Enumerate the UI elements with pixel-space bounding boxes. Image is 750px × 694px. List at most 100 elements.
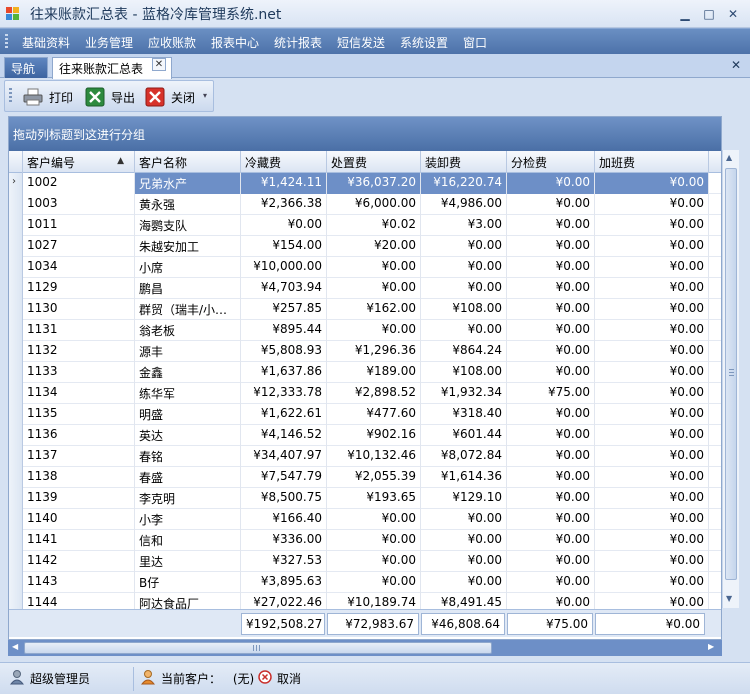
print-button[interactable]: 打印 — [23, 86, 83, 108]
cell-disposal-fee[interactable]: ¥0.02 — [327, 215, 421, 236]
table-row[interactable]: 1011 海鹦支队 ¥0.00 ¥0.02 ¥3.00 ¥0.00 ¥0.00 — [9, 215, 721, 236]
cell-sorting-fee[interactable]: ¥0.00 — [507, 194, 595, 215]
cell-sorting-fee[interactable]: ¥0.00 — [507, 299, 595, 320]
cancel-customer-button[interactable]: 取消 — [258, 670, 301, 687]
row-indicator-cell[interactable] — [9, 467, 23, 488]
cell-handling-fee[interactable]: ¥0.00 — [421, 509, 507, 530]
horizontal-scroll-thumb[interactable] — [24, 642, 492, 654]
cell-overtime-fee[interactable]: ¥0.00 — [595, 320, 709, 341]
menu-item-settings[interactable]: 系统设置 — [400, 34, 448, 51]
row-indicator-cell[interactable] — [9, 551, 23, 572]
column-header-overtime-fee[interactable]: 加班费 — [595, 151, 709, 173]
cell-handling-fee[interactable]: ¥1,932.34 — [421, 383, 507, 404]
cell-cold-storage-fee[interactable]: ¥2,366.38 — [241, 194, 327, 215]
column-header-customer-id[interactable]: 客户编号 ▲ — [23, 151, 135, 173]
cell-customer-name[interactable]: 源丰 — [135, 341, 241, 362]
cell-sorting-fee[interactable]: ¥0.00 — [507, 236, 595, 257]
cell-customer-id[interactable]: 1142 — [23, 551, 135, 572]
cell-cold-storage-fee[interactable]: ¥0.00 — [241, 215, 327, 236]
cell-disposal-fee[interactable]: ¥0.00 — [327, 551, 421, 572]
table-row[interactable]: 1129 鹏昌 ¥4,703.94 ¥0.00 ¥0.00 ¥0.00 ¥0.00 — [9, 278, 721, 299]
cell-overtime-fee[interactable]: ¥0.00 — [595, 236, 709, 257]
cell-disposal-fee[interactable]: ¥477.60 — [327, 404, 421, 425]
scroll-right-icon[interactable]: ▶ — [708, 642, 714, 651]
cell-disposal-fee[interactable]: ¥162.00 — [327, 299, 421, 320]
cell-cold-storage-fee[interactable]: ¥5,808.93 — [241, 341, 327, 362]
toolbar-dropdown-icon[interactable]: ▾ — [203, 91, 207, 100]
menu-item-window[interactable]: 窗口 — [463, 34, 487, 51]
table-row[interactable]: 1139 李克明 ¥8,500.75 ¥193.65 ¥129.10 ¥0.00 ¥0.00 — [9, 488, 721, 509]
export-button[interactable]: 导出 — [85, 86, 143, 108]
cell-overtime-fee[interactable]: ¥0.00 — [595, 362, 709, 383]
table-row[interactable]: 1003 黄永强 ¥2,366.38 ¥6,000.00 ¥4,986.00 ¥0.00 ¥… — [9, 194, 721, 215]
cell-overtime-fee[interactable]: ¥0.00 — [595, 572, 709, 593]
cell-overtime-fee[interactable]: ¥0.00 — [595, 404, 709, 425]
row-indicator-cell[interactable] — [9, 320, 23, 341]
row-indicator-cell[interactable] — [9, 404, 23, 425]
cell-sorting-fee[interactable]: ¥0.00 — [507, 551, 595, 572]
cell-overtime-fee[interactable]: ¥0.00 — [595, 488, 709, 509]
cell-sorting-fee[interactable]: ¥0.00 — [507, 215, 595, 236]
cell-cold-storage-fee[interactable]: ¥7,547.79 — [241, 467, 327, 488]
table-row[interactable]: 1142 里达 ¥327.53 ¥0.00 ¥0.00 ¥0.00 ¥0.00 — [9, 551, 721, 572]
cell-sorting-fee[interactable]: ¥0.00 — [507, 404, 595, 425]
cell-disposal-fee[interactable]: ¥902.16 — [327, 425, 421, 446]
cell-handling-fee[interactable]: ¥8,072.84 — [421, 446, 507, 467]
cell-customer-name[interactable]: 海鹦支队 — [135, 215, 241, 236]
table-row[interactable]: 1141 信和 ¥336.00 ¥0.00 ¥0.00 ¥0.00 ¥0.00 — [9, 530, 721, 551]
table-row[interactable]: 1143 B仔 ¥3,895.63 ¥0.00 ¥0.00 ¥0.00 ¥0.00 — [9, 572, 721, 593]
cell-customer-id[interactable]: 1139 — [23, 488, 135, 509]
cell-handling-fee[interactable]: ¥0.00 — [421, 572, 507, 593]
menu-item-sms[interactable]: 短信发送 — [337, 34, 385, 51]
cell-customer-name[interactable]: 李克明 — [135, 488, 241, 509]
cell-disposal-fee[interactable]: ¥0.00 — [327, 530, 421, 551]
cell-customer-name[interactable]: 春铭 — [135, 446, 241, 467]
table-row[interactable]: 1136 英达 ¥4,146.52 ¥902.16 ¥601.44 ¥0.00 ¥0.00 — [9, 425, 721, 446]
row-indicator-cell[interactable] — [9, 446, 23, 467]
cell-disposal-fee[interactable]: ¥0.00 — [327, 509, 421, 530]
menu-item-business[interactable]: 业务管理 — [85, 34, 133, 51]
row-indicator-cell[interactable] — [9, 236, 23, 257]
row-indicator-cell[interactable] — [9, 572, 23, 593]
cell-handling-fee[interactable]: ¥864.24 — [421, 341, 507, 362]
cell-sorting-fee[interactable]: ¥0.00 — [507, 341, 595, 362]
row-indicator-cell[interactable] — [9, 215, 23, 236]
cell-handling-fee[interactable]: ¥318.40 — [421, 404, 507, 425]
cell-sorting-fee[interactable]: ¥0.00 — [507, 530, 595, 551]
cell-customer-id[interactable]: 1136 — [23, 425, 135, 446]
table-row[interactable]: 1130 群贸（瑞丰/小… ¥257.85 ¥162.00 ¥108.00 ¥0.00 ¥0… — [9, 299, 721, 320]
maximize-button[interactable]: □ — [700, 5, 718, 23]
cell-overtime-fee[interactable]: ¥0.00 — [595, 278, 709, 299]
cell-customer-name[interactable]: 朱越安加工 — [135, 236, 241, 257]
cell-customer-name[interactable]: 英达 — [135, 425, 241, 446]
cell-customer-name[interactable]: 黄永强 — [135, 194, 241, 215]
cell-overtime-fee[interactable]: ¥0.00 — [595, 530, 709, 551]
cell-customer-id[interactable]: 1131 — [23, 320, 135, 341]
cell-sorting-fee[interactable]: ¥0.00 — [507, 320, 595, 341]
cell-sorting-fee[interactable]: ¥0.00 — [507, 173, 595, 194]
cell-cold-storage-fee[interactable]: ¥257.85 — [241, 299, 327, 320]
row-indicator-cell[interactable] — [9, 362, 23, 383]
cell-sorting-fee[interactable]: ¥0.00 — [507, 488, 595, 509]
cell-disposal-fee[interactable]: ¥2,898.52 — [327, 383, 421, 404]
table-row[interactable]: 1034 小席 ¥10,000.00 ¥0.00 ¥0.00 ¥0.00 ¥0.00 — [9, 257, 721, 278]
cell-disposal-fee[interactable]: ¥0.00 — [327, 320, 421, 341]
cell-cold-storage-fee[interactable]: ¥12,333.78 — [241, 383, 327, 404]
window-close-button[interactable]: ✕ — [724, 5, 742, 23]
cell-cold-storage-fee[interactable]: ¥34,407.97 — [241, 446, 327, 467]
menu-item-report-center[interactable]: 报表中心 — [211, 34, 259, 51]
row-indicator-cell[interactable] — [9, 278, 23, 299]
cell-disposal-fee[interactable]: ¥0.00 — [327, 572, 421, 593]
cell-cold-storage-fee[interactable]: ¥3,895.63 — [241, 572, 327, 593]
cell-disposal-fee[interactable]: ¥36,037.20 — [327, 173, 421, 194]
table-row[interactable]: 1134 练华军 ¥12,333.78 ¥2,898.52 ¥1,932.34 ¥75.0… — [9, 383, 721, 404]
row-indicator-cell[interactable] — [9, 194, 23, 215]
table-row[interactable]: › 1002 兄弟水产 ¥1,424.11 ¥36,037.20 ¥16,220.74 ¥0… — [9, 173, 721, 194]
cell-overtime-fee[interactable]: ¥0.00 — [595, 215, 709, 236]
column-header-customer-name[interactable]: 客户名称 — [135, 151, 241, 173]
table-row[interactable]: 1027 朱越安加工 ¥154.00 ¥20.00 ¥0.00 ¥0.00 ¥0.00 — [9, 236, 721, 257]
cell-customer-id[interactable]: 1137 — [23, 446, 135, 467]
cell-overtime-fee[interactable]: ¥0.00 — [595, 173, 709, 194]
cell-handling-fee[interactable]: ¥129.10 — [421, 488, 507, 509]
tab-navigation[interactable]: 导航 — [4, 57, 48, 78]
